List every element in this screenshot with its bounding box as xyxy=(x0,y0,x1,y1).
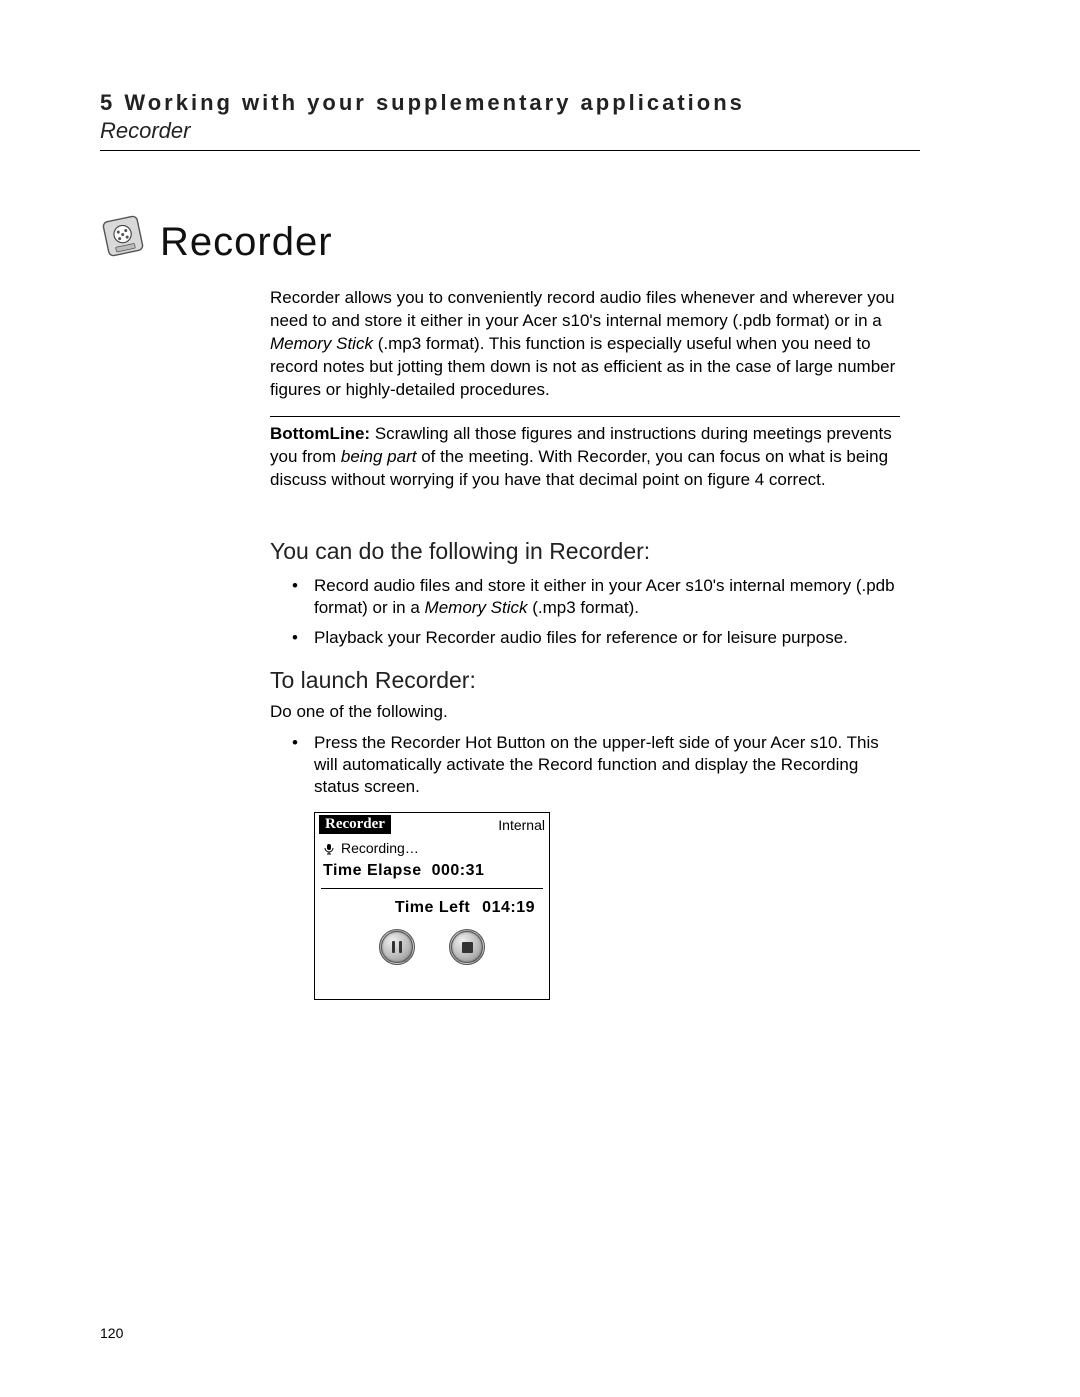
page-title: Recorder xyxy=(160,220,333,265)
time-left-row: Time Left 014:19 xyxy=(315,889,549,925)
intro-italic: Memory Stick xyxy=(270,334,373,353)
can-do-item1-ital: Memory Stick xyxy=(425,598,528,617)
page-title-row: Recorder xyxy=(100,213,920,265)
bottomline-paragraph: BottomLine: Scrawling all those figures … xyxy=(270,423,900,492)
recorder-app-icon xyxy=(96,209,151,264)
header-rule xyxy=(100,150,920,151)
can-do-heading: You can do the following in Recorder: xyxy=(270,538,900,565)
bottomline-rule-top xyxy=(270,416,900,417)
stop-icon xyxy=(462,942,473,953)
microphone-icon xyxy=(323,842,335,854)
intro-paragraph: Recorder allows you to conveniently reco… xyxy=(270,287,900,402)
time-elapse-value: 000:31 xyxy=(432,862,485,879)
time-left-label: Time Left xyxy=(395,899,470,916)
launch-lead: Do one of the following. xyxy=(270,702,900,722)
list-item: Playback your Recorder audio files for r… xyxy=(292,627,900,649)
device-status-row: Recording… xyxy=(315,836,549,858)
can-do-list: Record audio files and store it either i… xyxy=(292,575,900,649)
time-elapse-label: Time Elapse xyxy=(323,862,422,879)
can-do-item1-b: (.mp3 format). xyxy=(528,598,639,617)
running-header: 5 Working with your supplementary applic… xyxy=(100,90,920,151)
bottomline-label: BottomLine: xyxy=(270,424,370,443)
device-title: Recorder xyxy=(319,815,391,834)
list-item: Record audio files and store it either i… xyxy=(292,575,900,619)
launch-list: Press the Recorder Hot Button on the upp… xyxy=(292,732,900,798)
pause-button[interactable] xyxy=(379,929,415,965)
chapter-line: 5 Working with your supplementary applic… xyxy=(100,90,920,116)
pause-icon xyxy=(392,941,402,953)
device-mode: Internal xyxy=(498,817,545,833)
section-line: Recorder xyxy=(100,118,920,144)
recorder-status-screen: Recorder Internal Recording… Time Elapse… xyxy=(314,812,550,1000)
device-status-text: Recording… xyxy=(341,840,419,856)
time-left-value: 014:19 xyxy=(482,899,535,916)
stop-button[interactable] xyxy=(449,929,485,965)
device-header: Recorder Internal xyxy=(315,813,549,836)
launch-heading: To launch Recorder: xyxy=(270,667,900,694)
time-elapse-row: Time Elapse 000:31 xyxy=(315,858,549,888)
page-number: 120 xyxy=(100,1325,123,1341)
bottomline-italic: being part xyxy=(341,447,417,466)
device-controls xyxy=(315,925,549,999)
list-item: Press the Recorder Hot Button on the upp… xyxy=(292,732,900,798)
device-screenshot: Recorder Internal Recording… Time Elapse… xyxy=(314,812,900,1000)
intro-text-a: Recorder allows you to conveniently reco… xyxy=(270,288,895,330)
